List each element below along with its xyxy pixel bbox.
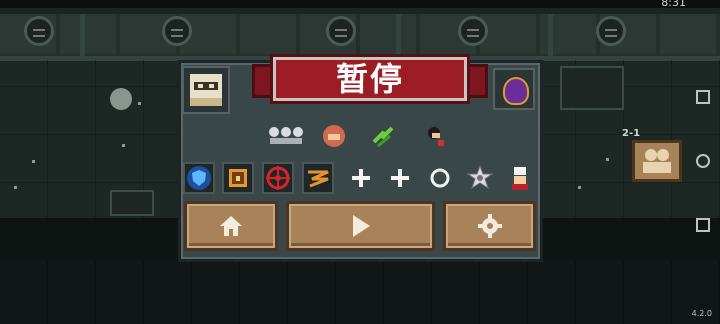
version-text: 4.2.0 bbox=[691, 309, 712, 318]
party-icon bbox=[643, 149, 671, 173]
plus-icon bbox=[347, 164, 375, 192]
backpack-icon bbox=[224, 164, 252, 192]
mercenary-icon bbox=[422, 122, 450, 150]
pipe bbox=[548, 14, 553, 60]
status-bar bbox=[0, 0, 720, 8]
floor-vent bbox=[560, 66, 624, 110]
star-badge-icon bbox=[466, 164, 494, 192]
floor-vent bbox=[110, 190, 154, 216]
helmet-buff-icon bbox=[320, 122, 348, 150]
inventory-slot[interactable] bbox=[424, 162, 456, 194]
inventory-slot[interactable] bbox=[262, 162, 294, 194]
clock-text: 8:31 bbox=[661, 0, 686, 9]
inventory-slot[interactable] bbox=[345, 162, 377, 194]
lightning-icon bbox=[304, 164, 332, 192]
dust-particle bbox=[122, 144, 125, 147]
inventory-slot[interactable] bbox=[222, 162, 254, 194]
orb-icon bbox=[110, 88, 132, 110]
ring-icon bbox=[426, 164, 454, 192]
nav-back-icon[interactable] bbox=[696, 90, 710, 104]
dust-particle bbox=[14, 186, 17, 189]
inventory-slot[interactable] bbox=[302, 162, 334, 194]
boss-icon bbox=[493, 68, 535, 110]
wall-fan-icon bbox=[596, 16, 626, 46]
dust-particle bbox=[578, 186, 581, 189]
inventory-slot[interactable] bbox=[384, 162, 416, 194]
dust-particle bbox=[138, 102, 141, 105]
nav-home-icon[interactable] bbox=[696, 154, 710, 168]
plus-icon bbox=[386, 164, 414, 192]
wall-fan-icon bbox=[326, 16, 356, 46]
settings-button[interactable] bbox=[443, 201, 536, 251]
dust-particle bbox=[606, 158, 609, 161]
buff-list bbox=[262, 122, 462, 150]
dust-particle bbox=[32, 160, 35, 163]
home-icon bbox=[187, 204, 275, 248]
wall-fan-icon bbox=[162, 16, 192, 46]
wall-fan-icon bbox=[24, 16, 54, 46]
floor-tiles bbox=[0, 260, 720, 324]
level-indicator: 2-1 bbox=[622, 128, 641, 139]
inventory-slot[interactable] bbox=[464, 162, 496, 194]
knight-portrait-icon bbox=[190, 74, 222, 106]
gear-icon bbox=[446, 204, 533, 248]
nav-recent-icon[interactable] bbox=[696, 218, 710, 232]
home-button[interactable] bbox=[184, 201, 278, 251]
inventory-slot[interactable] bbox=[504, 162, 536, 194]
green-arrows-icon bbox=[370, 122, 398, 150]
chef-icon bbox=[506, 164, 534, 192]
player-avatar bbox=[182, 66, 230, 114]
skeleton-group-icon bbox=[266, 122, 306, 150]
inventory-slot[interactable] bbox=[183, 162, 215, 194]
wall-fan-icon bbox=[458, 16, 488, 46]
play-icon bbox=[289, 204, 432, 248]
pipe bbox=[80, 14, 85, 60]
shield-skill-icon bbox=[185, 164, 213, 192]
resume-button[interactable] bbox=[286, 201, 435, 251]
party-button[interactable] bbox=[632, 140, 682, 182]
pause-title: 暂停 bbox=[335, 60, 404, 98]
crosshair-icon bbox=[264, 164, 292, 192]
